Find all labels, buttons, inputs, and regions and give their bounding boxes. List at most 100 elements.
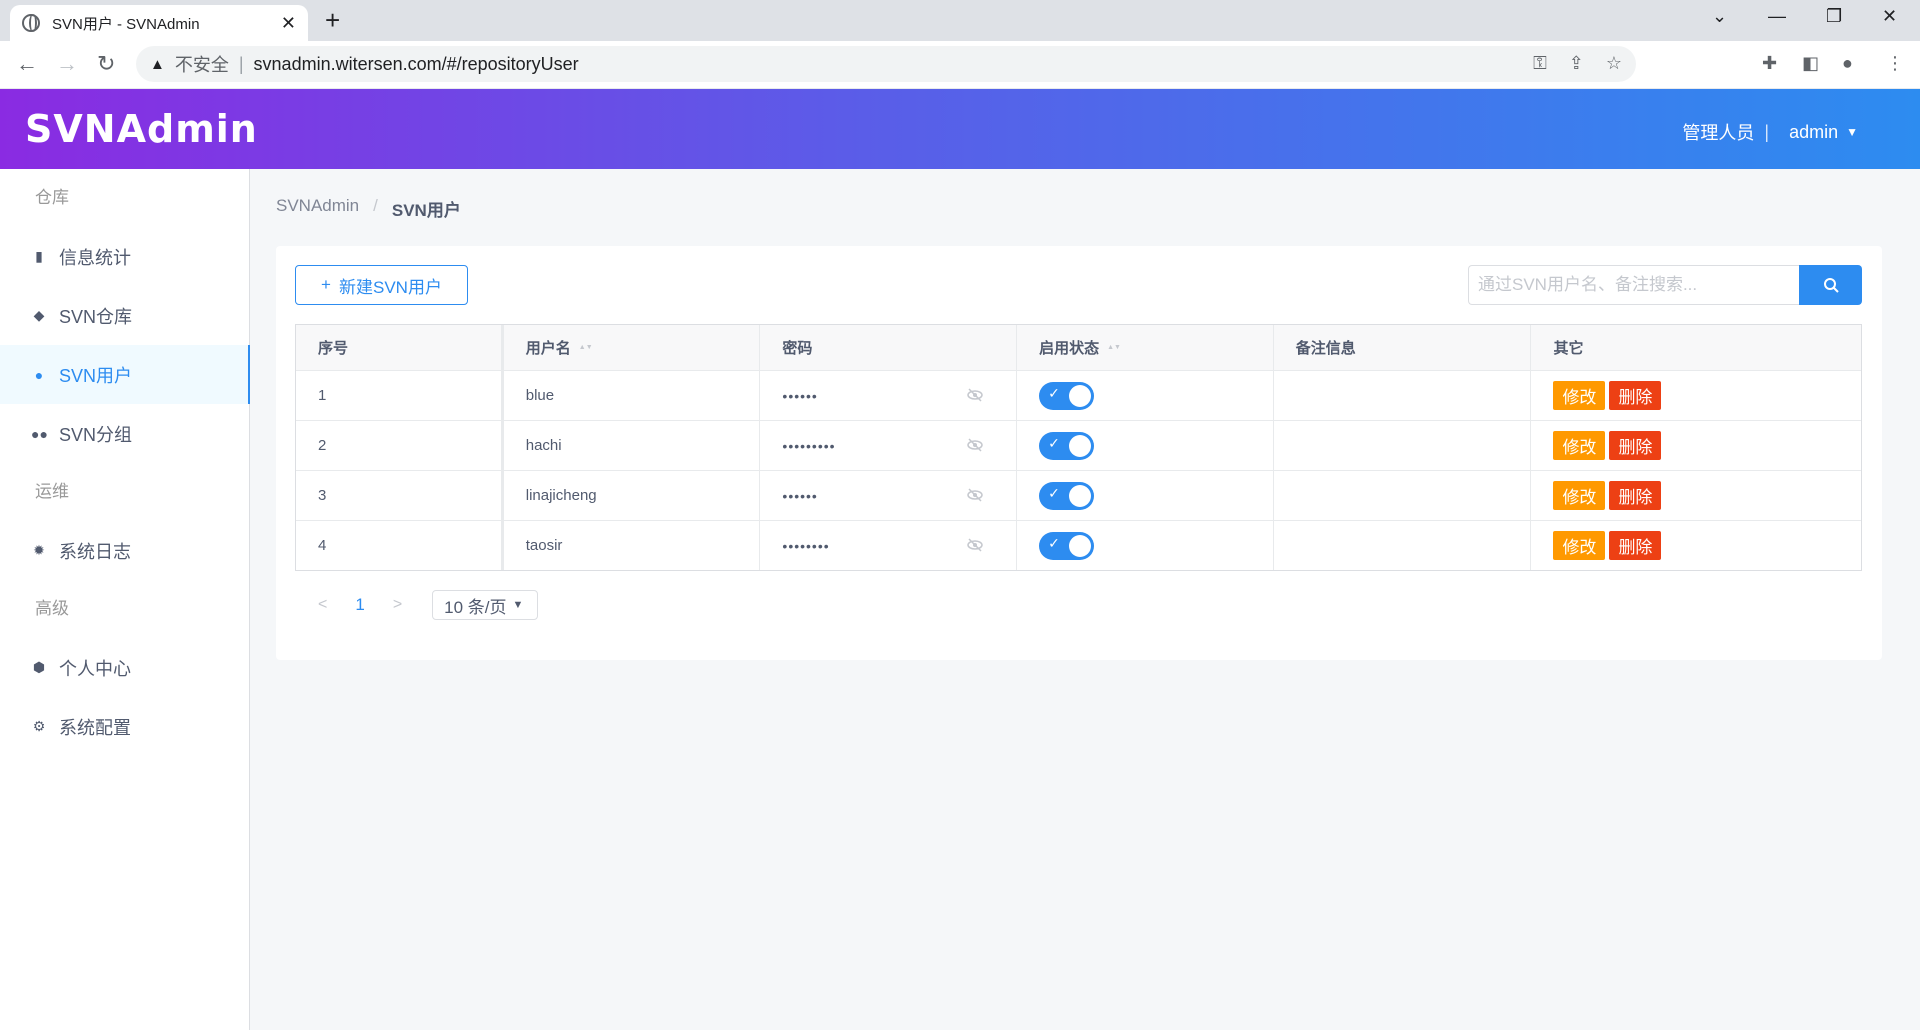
password-field[interactable]: •••••• bbox=[760, 371, 1018, 420]
person-icon: ● bbox=[34, 366, 44, 383]
globe-icon bbox=[22, 14, 40, 32]
sidebar-item-svn-user[interactable]: ● SVN用户 bbox=[0, 345, 250, 404]
search-input[interactable] bbox=[1468, 265, 1799, 305]
tab-close-icon[interactable]: ✕ bbox=[281, 13, 296, 34]
column-header-other: 其它 bbox=[1553, 340, 1584, 357]
back-icon[interactable]: ← bbox=[16, 51, 38, 77]
chevron-left-icon[interactable]: < bbox=[318, 596, 327, 614]
sidebar-item-profile[interactable]: ⬢ 个人中心 bbox=[0, 638, 249, 697]
page-size-value: 10 条/页 bbox=[444, 597, 507, 617]
app-logo[interactable]: SVNAdmin bbox=[25, 107, 258, 151]
browser-toolbar: ← → ↻ ▲ 不安全 | svnadmin.witersen.com/#/re… bbox=[0, 41, 1920, 89]
new-svn-user-label: 新建SVN用户 bbox=[338, 277, 442, 297]
row-username: taosir bbox=[525, 537, 563, 554]
breadcrumb: SVNAdmin / SVN用户 bbox=[276, 196, 461, 221]
search-button[interactable] bbox=[1799, 265, 1862, 305]
breadcrumb-root[interactable]: SVNAdmin bbox=[276, 196, 359, 221]
edit-button[interactable]: 修改 bbox=[1553, 431, 1606, 460]
sidebar-item-svn-repo[interactable]: ◆ SVN仓库 bbox=[0, 286, 249, 345]
profile-icon[interactable]: ● bbox=[1842, 53, 1853, 74]
browser-tab[interactable]: SVN用户 - SVNAdmin ✕ bbox=[10, 5, 308, 41]
breadcrumb-separator: / bbox=[373, 196, 378, 215]
user-name[interactable]: admin bbox=[1789, 122, 1838, 143]
tab-search-icon[interactable]: ⌄ bbox=[1712, 6, 1727, 27]
sidebar-group-ops: 运维 bbox=[35, 482, 69, 501]
chevron-right-icon[interactable]: > bbox=[393, 596, 402, 614]
eye-off-icon[interactable] bbox=[966, 388, 984, 402]
check-icon: ✓ bbox=[1048, 384, 1060, 401]
enable-toggle[interactable]: ✓ bbox=[1039, 381, 1095, 410]
enable-toggle[interactable]: ✓ bbox=[1039, 431, 1095, 460]
users-table: 序号 用户名 ▲▼ 密码 启用状态 ▲▼ 备注信息 其它 1 blue ••••••… bbox=[295, 324, 1862, 571]
chevron-down-icon: ▼ bbox=[512, 599, 524, 611]
content-card: + 新建SVN用户 序号 用户名▲▼ 密码 启用状态▲▼ 备注信息 其它 1 b… bbox=[276, 246, 1882, 660]
sort-icon[interactable]: ▲▼ bbox=[1107, 344, 1121, 351]
sidebar-item-settings[interactable]: ⚙ 系统配置 bbox=[0, 697, 249, 756]
sidebar-item-logs[interactable]: ✹ 系统日志 bbox=[0, 521, 249, 580]
window-close-icon[interactable]: ✕ bbox=[1882, 6, 1897, 27]
column-header-username[interactable]: 用户名 ▲▼ bbox=[504, 325, 761, 370]
sidebar-item-label: 个人中心 bbox=[59, 658, 131, 679]
column-header-status[interactable]: 启用状态 ▲▼ bbox=[1017, 325, 1274, 370]
user-menu[interactable]: 管理人员 | admin ▼ bbox=[1682, 119, 1858, 145]
eye-off-icon[interactable] bbox=[966, 538, 984, 552]
reload-icon[interactable]: ↻ bbox=[97, 51, 115, 77]
forward-icon[interactable]: → bbox=[56, 51, 78, 77]
url-text[interactable]: svnadmin.witersen.com/#/repositoryUser bbox=[254, 54, 579, 75]
warning-icon[interactable]: ▲ bbox=[150, 56, 165, 73]
side-panel-icon[interactable]: ◧ bbox=[1802, 53, 1819, 74]
bar-chart-icon: ▮ bbox=[35, 248, 43, 264]
delete-button[interactable]: 删除 bbox=[1609, 381, 1662, 410]
browser-tabstrip: SVN用户 - SVNAdmin ✕ + ⌄ — ❐ ✕ bbox=[0, 0, 1920, 41]
page-size-select[interactable]: 10 条/页 ▼ bbox=[432, 590, 539, 620]
enable-toggle[interactable]: ✓ bbox=[1039, 531, 1095, 560]
tab-title: SVN用户 - SVNAdmin bbox=[52, 15, 200, 33]
delete-button[interactable]: 删除 bbox=[1609, 481, 1662, 510]
sidebar-group-advanced: 高级 bbox=[35, 599, 69, 618]
sidebar-item-svn-group[interactable]: ●● SVN分组 bbox=[0, 404, 249, 463]
app-header: SVNAdmin 管理人员 | admin ▼ bbox=[0, 89, 1920, 169]
key-icon[interactable]: ⚿ bbox=[1533, 53, 1547, 74]
sort-icon[interactable]: ▲▼ bbox=[579, 344, 593, 351]
enable-toggle[interactable]: ✓ bbox=[1039, 481, 1095, 510]
minimize-icon[interactable]: — bbox=[1768, 6, 1786, 27]
share-icon[interactable]: ⇪ bbox=[1569, 53, 1584, 74]
eye-off-icon[interactable] bbox=[966, 438, 984, 452]
cube-icon: ⬢ bbox=[32, 659, 46, 675]
row-password: •••••• bbox=[782, 487, 818, 504]
security-label: 不安全 bbox=[174, 55, 229, 75]
sidebar-item-stats[interactable]: ▮ 信息统计 bbox=[0, 227, 249, 286]
row-index: 3 bbox=[318, 487, 327, 504]
address-bar[interactable]: ▲ 不安全 | svnadmin.witersen.com/#/reposito… bbox=[136, 46, 1636, 82]
edit-button[interactable]: 修改 bbox=[1553, 381, 1606, 410]
edit-button[interactable]: 修改 bbox=[1553, 481, 1606, 510]
column-header-password: 密码 bbox=[760, 325, 1018, 370]
row-username: hachi bbox=[525, 437, 562, 454]
gear-icon: ⚙ bbox=[32, 718, 46, 734]
plus-icon: + bbox=[321, 275, 331, 294]
check-icon: ✓ bbox=[1048, 434, 1060, 451]
new-svn-user-button[interactable]: + 新建SVN用户 bbox=[295, 265, 468, 305]
delete-button[interactable]: 删除 bbox=[1609, 531, 1662, 560]
sidebar-item-label: SVN用户 bbox=[59, 365, 133, 386]
eye-off-icon[interactable] bbox=[966, 488, 984, 502]
sidebar-item-label: 系统日志 bbox=[59, 541, 131, 562]
page-number[interactable]: 1 bbox=[355, 595, 364, 615]
omnibox-separator: | bbox=[238, 53, 244, 74]
restore-icon[interactable]: ❐ bbox=[1826, 6, 1842, 27]
new-tab-button[interactable]: + bbox=[325, 5, 340, 35]
extensions-icon[interactable]: ✚ bbox=[1762, 53, 1777, 74]
row-username: linajicheng bbox=[525, 487, 597, 504]
caret-down-icon[interactable]: ▼ bbox=[1846, 125, 1858, 139]
user-role: 管理人员 bbox=[1682, 123, 1755, 143]
row-password: •••••• bbox=[782, 387, 818, 404]
password-field[interactable]: ••••••••• bbox=[760, 421, 1018, 470]
password-field[interactable]: •••••• bbox=[760, 471, 1018, 520]
delete-button[interactable]: 删除 bbox=[1609, 431, 1662, 460]
menu-icon[interactable]: ⋮ bbox=[1886, 53, 1904, 74]
password-field[interactable]: •••••••• bbox=[760, 521, 1018, 570]
bookmark-star-icon[interactable]: ☆ bbox=[1606, 53, 1622, 74]
row-username: blue bbox=[525, 387, 555, 404]
sidebar-item-label: 信息统计 bbox=[59, 247, 131, 268]
edit-button[interactable]: 修改 bbox=[1553, 531, 1606, 560]
